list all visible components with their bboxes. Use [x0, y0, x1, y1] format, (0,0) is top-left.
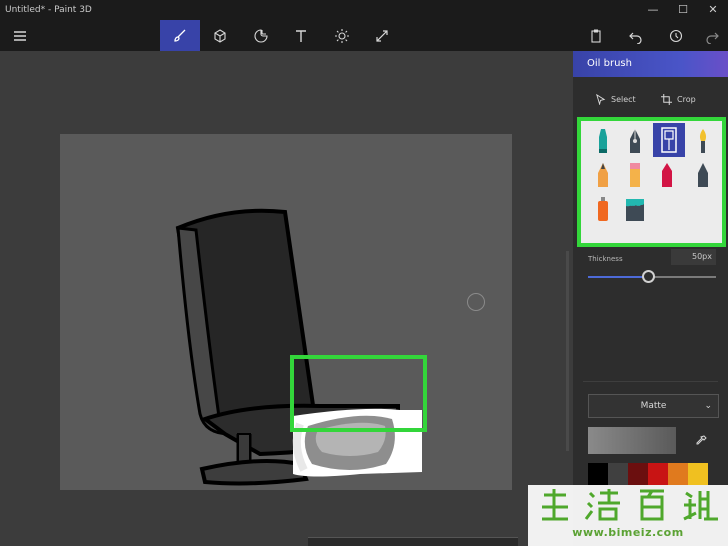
close-button[interactable]: ✕ [698, 0, 728, 20]
sticker-icon [254, 28, 268, 43]
select-label: Select [611, 94, 636, 104]
undo-icon [629, 32, 642, 44]
tab-text[interactable] [281, 20, 321, 51]
oil-brush-icon [661, 127, 677, 153]
current-color-swatch[interactable] [588, 427, 676, 454]
menu-button[interactable] [0, 20, 40, 51]
brush-cursor [467, 293, 485, 311]
palette-color-0[interactable] [588, 463, 608, 485]
spray-can-icon [598, 197, 608, 221]
select-button[interactable]: Select [595, 92, 636, 106]
thickness-slider-fill [588, 276, 649, 278]
paste-button[interactable] [576, 20, 616, 51]
thickness-input[interactable]: 50px [671, 249, 716, 265]
window-title: Untitled* - Paint 3D [5, 5, 92, 15]
resize-icon [376, 29, 388, 42]
brush-oil-brush[interactable] [653, 123, 685, 157]
hamburger-icon [14, 30, 26, 41]
pencil-eraser-icon [630, 163, 640, 187]
marker-icon [599, 129, 607, 153]
window-controls: — ☐ ✕ [638, 0, 728, 20]
brush-fill[interactable] [621, 193, 649, 225]
brush-icon [174, 29, 186, 42]
text-icon [296, 29, 306, 42]
watermark-url: www.bimeiz.com [572, 526, 684, 539]
tab-stickers[interactable] [241, 20, 281, 51]
brush-pencil[interactable] [621, 159, 649, 191]
brush-marker[interactable] [589, 125, 617, 157]
undo-button[interactable] [616, 20, 656, 51]
watercolor-icon [699, 129, 707, 153]
brush-watercolor[interactable] [689, 125, 717, 157]
eraser-icon [698, 163, 708, 187]
minimize-button[interactable]: — [638, 0, 668, 20]
eyedropper-button[interactable] [691, 431, 711, 451]
watermark-logo [542, 489, 718, 521]
cube-icon [214, 28, 226, 43]
tab-brushes[interactable] [160, 20, 200, 51]
crop-label: Crop [677, 94, 696, 104]
paste-icon [591, 29, 601, 43]
finish-select[interactable]: Matte ⌄ [588, 394, 719, 418]
panel-divider [583, 381, 718, 382]
history-icon [669, 29, 683, 42]
brush-grid [577, 117, 726, 247]
thickness-slider-thumb[interactable] [641, 270, 655, 283]
brush-calligraphy-pen[interactable] [621, 125, 649, 157]
brush-panel: Oil brush Select Crop Thickness 50px Mat… [573, 51, 728, 546]
workspace [0, 51, 573, 546]
brush-eraser[interactable] [689, 159, 717, 191]
zoom-bar[interactable] [308, 537, 518, 546]
pencil-icon [598, 163, 608, 187]
brush-pixel-pen[interactable] [589, 159, 617, 191]
history-button[interactable] [656, 20, 696, 51]
redo-icon [706, 32, 719, 44]
color-palette [588, 463, 728, 485]
maximize-button[interactable]: ☐ [668, 0, 698, 20]
chair-drawing [175, 208, 422, 486]
vertical-scrollbar[interactable] [566, 251, 569, 451]
tab-3d-shapes[interactable] [200, 20, 240, 51]
crayon-icon [662, 163, 672, 187]
watermark-characters [534, 485, 728, 525]
palette-color-1[interactable] [608, 463, 628, 485]
brush-spray-can[interactable] [589, 193, 617, 225]
brush-crayon[interactable] [653, 159, 681, 191]
drawing-canvas[interactable] [60, 134, 512, 490]
highlight-box-canvas [290, 355, 427, 432]
crop-icon [661, 93, 672, 105]
crop-button[interactable]: Crop [661, 92, 696, 106]
pen-icon [630, 129, 640, 153]
sun-icon [335, 28, 349, 43]
redo-button[interactable] [696, 20, 728, 51]
watermark: www.bimeiz.com [528, 485, 728, 546]
palette-color-2[interactable] [628, 463, 648, 485]
eyedropper-icon [696, 435, 707, 445]
thickness-label: Thickness [588, 255, 623, 263]
tab-effects[interactable] [322, 20, 362, 51]
cursor-arrow-icon [596, 93, 606, 105]
finish-value: Matte [640, 401, 667, 411]
palette-color-4[interactable] [668, 463, 688, 485]
fill-bucket-icon [626, 199, 644, 221]
palette-color-3[interactable] [648, 463, 668, 485]
paint3d-window: Untitled* - Paint 3D — ☐ ✕ Oil brush Sel… [0, 0, 728, 546]
panel-title: Oil brush [573, 51, 728, 77]
chevron-down-icon: ⌄ [704, 401, 712, 411]
main-toolbar [0, 20, 728, 51]
title-bar: Untitled* - Paint 3D — ☐ ✕ [0, 0, 728, 20]
palette-color-5[interactable] [688, 463, 708, 485]
tab-canvas[interactable] [362, 20, 402, 51]
